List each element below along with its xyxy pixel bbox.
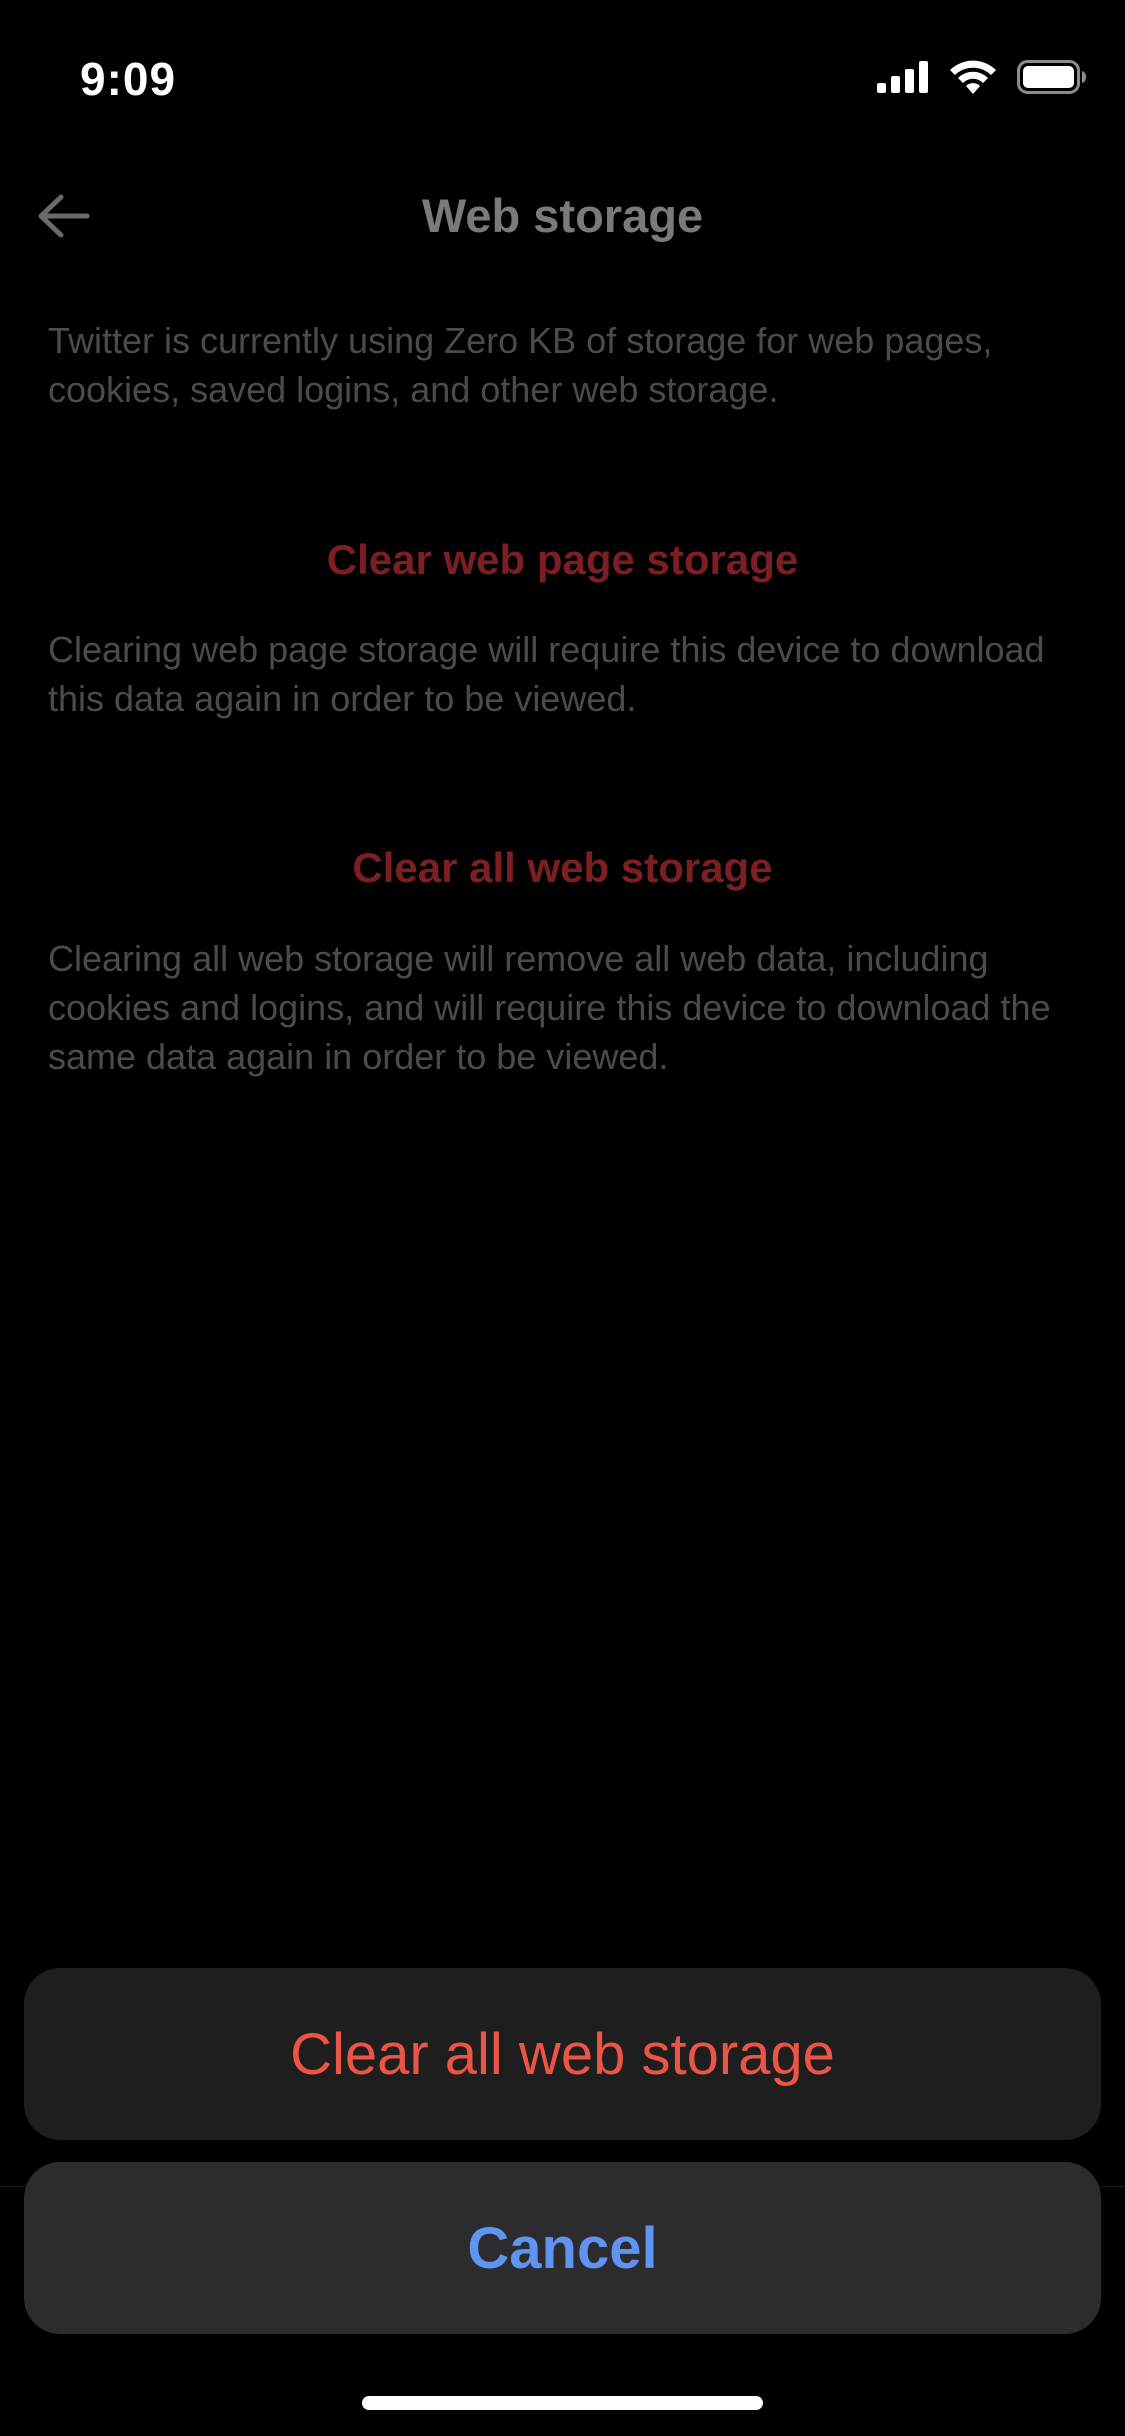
clear-web-page-storage-link[interactable]: Clear web page storage <box>0 536 1125 584</box>
status-icons <box>877 60 1087 94</box>
cancel-button[interactable]: Cancel <box>24 2162 1101 2334</box>
status-time: 9:09 <box>80 53 177 105</box>
clear-web-page-storage-description: Clearing web page storage will require t… <box>48 629 1045 719</box>
battery-icon <box>1017 60 1086 94</box>
page-title: Web storage <box>421 189 704 242</box>
cellular-signal-icon <box>877 61 928 93</box>
web-storage-screen: 9:09 Web storage Twitter is currently us… <box>0 0 1125 2436</box>
navigation-bar: Web storage <box>0 160 1125 270</box>
usage-description: Twitter is currently using Zero KB of st… <box>48 320 993 410</box>
status-bar: 9:09 <box>0 0 1125 140</box>
clear-all-web-storage-description: Clearing all web storage will remove all… <box>48 938 1051 1077</box>
cancel-button-label: Cancel <box>467 2215 658 2281</box>
wifi-icon <box>950 60 996 94</box>
clear-all-web-storage-button-label: Clear all web storage <box>290 2021 835 2087</box>
home-indicator[interactable] <box>362 2396 763 2410</box>
clear-all-web-storage-button[interactable]: Clear all web storage <box>24 1968 1101 2140</box>
clear-all-web-storage-link[interactable]: Clear all web storage <box>0 844 1125 892</box>
